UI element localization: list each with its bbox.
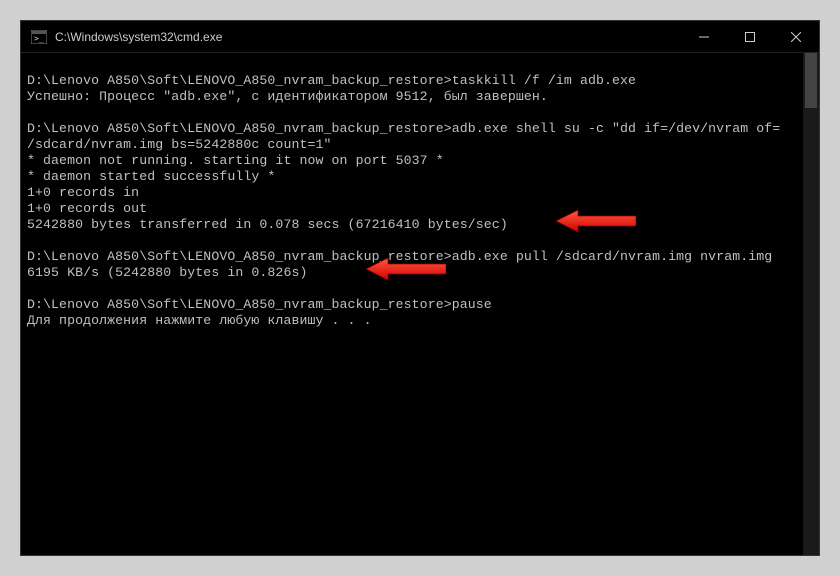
terminal-line <box>27 105 813 121</box>
terminal-line: D:\Lenovo A850\Soft\LENOVO_A850_nvram_ba… <box>27 297 813 313</box>
maximize-button[interactable] <box>727 21 773 52</box>
terminal-line: D:\Lenovo A850\Soft\LENOVO_A850_nvram_ba… <box>27 249 813 265</box>
terminal-line: D:\Lenovo A850\Soft\LENOVO_A850_nvram_ba… <box>27 73 813 89</box>
terminal-line: * daemon started successfully * <box>27 169 813 185</box>
terminal-line: 6195 KB/s (5242880 bytes in 0.826s) <box>27 265 813 281</box>
cmd-window: >_ C:\Windows\system32\cmd.exe D:\Lenovo… <box>20 20 820 556</box>
terminal-line: 5242880 bytes transferred in 0.078 secs … <box>27 217 813 233</box>
terminal-line: * daemon not running. starting it now on… <box>27 153 813 169</box>
terminal-line: D:\Lenovo A850\Soft\LENOVO_A850_nvram_ba… <box>27 121 813 137</box>
window-controls <box>681 21 819 52</box>
scrollbar-thumb[interactable] <box>805 53 817 108</box>
terminal-line <box>27 57 813 73</box>
terminal-line <box>27 233 813 249</box>
terminal-line: Для продолжения нажмите любую клавишу . … <box>27 313 813 329</box>
close-button[interactable] <box>773 21 819 52</box>
terminal-line: /sdcard/nvram.img bs=5242880c count=1" <box>27 137 813 153</box>
cmd-icon: >_ <box>31 30 47 44</box>
minimize-button[interactable] <box>681 21 727 52</box>
terminal-line: Успешно: Процесс "adb.exe", с идентифика… <box>27 89 813 105</box>
titlebar[interactable]: >_ C:\Windows\system32\cmd.exe <box>21 21 819 53</box>
terminal-line <box>27 281 813 297</box>
scrollbar[interactable] <box>803 53 819 555</box>
terminal-line: 1+0 records in <box>27 185 813 201</box>
svg-text:>_: >_ <box>34 34 44 43</box>
terminal-line: 1+0 records out <box>27 201 813 217</box>
terminal-output[interactable]: D:\Lenovo A850\Soft\LENOVO_A850_nvram_ba… <box>21 53 819 555</box>
window-title: C:\Windows\system32\cmd.exe <box>55 30 681 44</box>
